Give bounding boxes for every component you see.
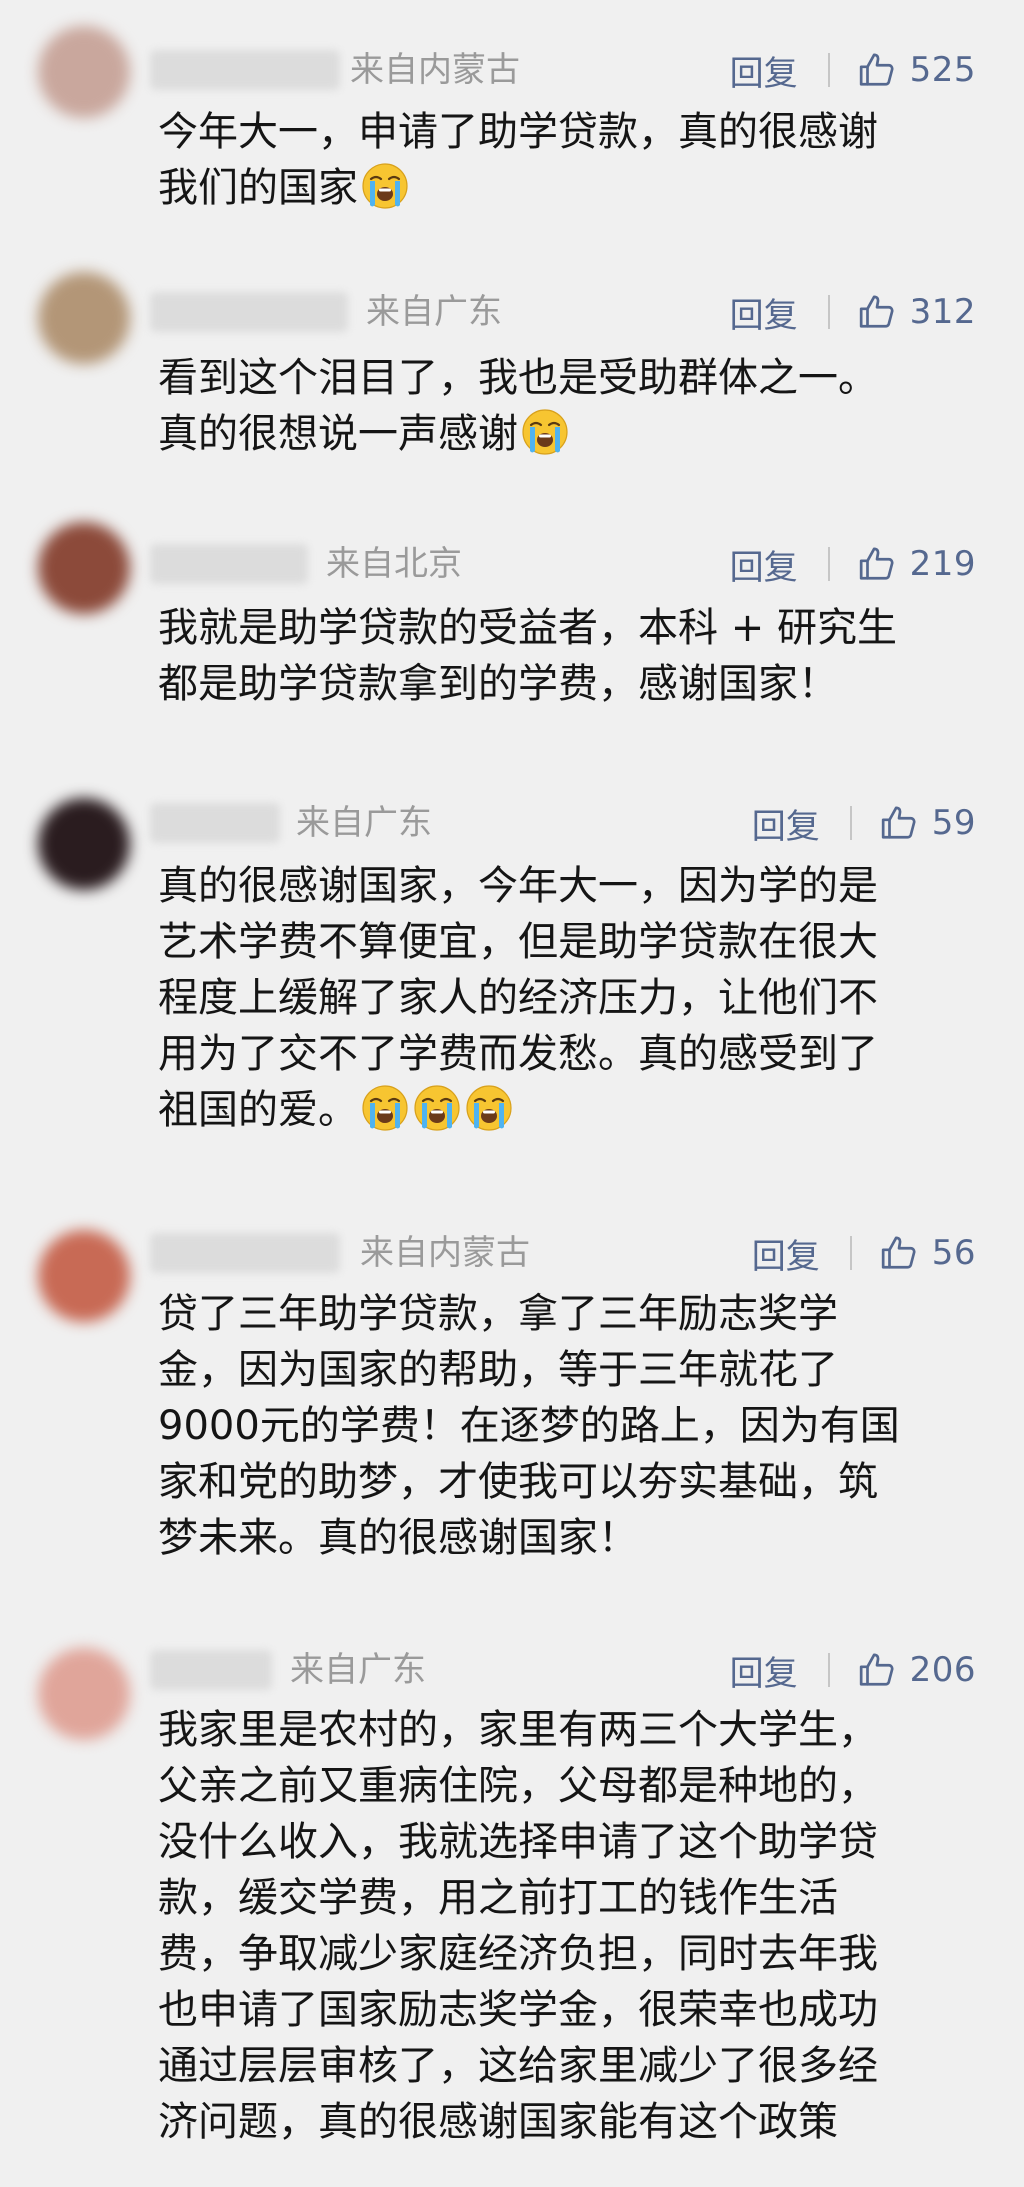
reply-button[interactable]: 回复 [730,1646,798,1695]
comment-line: 没什么收入，我就选择申请了这个助学贷 [158,1819,878,1865]
like-button[interactable]: 312 [858,292,976,332]
comment-line: 家和党的助梦，才使我可以夯实基础，筑 [158,1459,878,1505]
username-blurred[interactable] [150,1650,272,1690]
thumbs-up-icon [859,53,894,86]
like-button[interactable]: 59 [880,803,976,843]
divider [849,1236,852,1270]
comment-text: 我就是助学贷款的受益者，本科 + 研究生 都是助学贷款拿到的学费，感谢国家！ [158,600,988,712]
avatar[interactable] [38,1648,130,1740]
location-label: 来自内蒙古 [360,1233,530,1273]
avatar[interactable] [38,26,130,118]
emoji-group [518,409,570,457]
like-count: 56 [931,1233,976,1273]
like-button[interactable]: 525 [858,50,976,90]
comment-actions: 回复 56 [752,1228,976,1278]
reply-button[interactable]: 回复 [752,799,820,848]
comment-line: 9000元的学费！在逐梦的路上，因为有国 [158,1403,900,1449]
location-label: 来自广东 [296,803,432,843]
comment-line: 父亲之前又重病住院，父母都是种地的， [158,1763,878,1809]
comment-line: 通过层层审核了，这给家里减少了很多经 [158,2043,878,2089]
comment-actions: 回复 59 [752,798,976,848]
comment-line: 费，争取减少家庭经济负担，同时去年我 [158,1931,878,1977]
location-label: 来自广东 [366,292,502,332]
like-count: 206 [909,1650,976,1690]
username-blurred[interactable] [150,803,280,843]
comment-line: 我家里是农村的，家里有两三个大学生， [158,1707,878,1753]
like-count: 59 [931,803,976,843]
comment-actions: 回复 206 [730,1645,976,1695]
like-button[interactable]: 219 [858,544,976,584]
avatar[interactable] [38,272,130,364]
reply-button[interactable]: 回复 [752,1229,820,1278]
thumbs-up-icon [881,1236,916,1269]
thumbs-up-icon [859,295,894,328]
like-count: 219 [909,544,976,584]
avatar[interactable] [38,798,130,890]
comment-line-text: 真的很想说一声感谢 [158,411,518,457]
comment-line: 金，因为国家的帮助，等于三年就花了 [158,1347,838,1393]
avatar[interactable] [38,522,130,614]
comment-text: 真的很感谢国家，今年大一，因为学的是 艺术学费不算便宜，但是助学贷款在很大 程度… [158,858,988,1138]
thumbs-up-icon [881,806,916,839]
comment-actions: 回复 312 [730,287,976,337]
location-label: 来自广东 [290,1650,426,1690]
comment-line: 看到这个泪目了，我也是受助群体之一。 [158,355,878,401]
thumbs-up-icon [859,547,894,580]
comment-text: 今年大一，申请了助学贷款，真的很感谢 我们的国家 [158,104,988,216]
divider [827,53,830,87]
comment-line: 祖国的爱。 [158,1082,988,1138]
comment-line: 艺术学费不算便宜，但是助学贷款在很大 [158,919,878,965]
emoji-group [358,163,410,211]
like-count: 525 [909,50,976,90]
loudly-crying-face-emoji [466,1085,512,1131]
location-label: 来自北京 [326,544,462,584]
reply-button[interactable]: 回复 [730,46,798,95]
reply-button[interactable]: 回复 [730,288,798,337]
username-blurred[interactable] [150,50,340,90]
loudly-crying-face-emoji [362,163,408,209]
comment-line: 我们的国家 [158,160,988,216]
location-label: 来自内蒙古 [350,50,520,90]
username-blurred[interactable] [150,1233,340,1273]
comment-line: 真的很想说一声感谢 [158,406,988,462]
comment-line: 用为了交不了学费而发愁。真的感受到了 [158,1031,878,1077]
comment-line: 真的很感谢国家，今年大一，因为学的是 [158,863,878,909]
comment-line: 济问题，真的很感谢国家能有这个政策 [158,2099,838,2145]
username-blurred[interactable] [150,544,308,584]
loudly-crying-face-emoji [362,1085,408,1131]
comment-text: 看到这个泪目了，我也是受助群体之一。 真的很想说一声感谢 [158,350,988,462]
divider [827,547,830,581]
like-button[interactable]: 206 [858,1650,976,1690]
comment-actions: 回复 219 [730,539,976,589]
comment-line: 梦未来。真的很感谢国家！ [158,1515,638,1561]
loudly-crying-face-emoji [414,1085,460,1131]
comment-text: 我家里是农村的，家里有两三个大学生， 父亲之前又重病住院，父母都是种地的， 没什… [158,1702,988,2150]
thumbs-up-icon [859,1653,894,1686]
comment-text: 贷了三年助学贷款，拿了三年励志奖学 金，因为国家的帮助，等于三年就花了 9000… [158,1286,988,1566]
comment-line: 今年大一，申请了助学贷款，真的很感谢 [158,109,878,155]
comment-line-text: 我们的国家 [158,165,358,211]
comment-line: 贷了三年助学贷款，拿了三年励志奖学 [158,1291,838,1337]
comment-line: 款，缓交学费，用之前打工的钱作生活 [158,1875,838,1921]
loudly-crying-face-emoji [522,409,568,455]
like-count: 312 [909,292,976,332]
divider [827,1653,830,1687]
like-button[interactable]: 56 [880,1233,976,1273]
comment-line: 我就是助学贷款的受益者，本科 + 研究生 [158,605,897,651]
comment-line: 也申请了国家励志奖学金，很荣幸也成功 [158,1987,878,2033]
comment-line-text: 祖国的爱。 [158,1087,358,1133]
comment-line: 程度上缓解了家人的经济压力，让他们不 [158,975,878,1021]
reply-button[interactable]: 回复 [730,540,798,589]
emoji-group [358,1085,514,1133]
comment-actions: 回复 525 [730,45,976,95]
divider [849,806,852,840]
username-blurred[interactable] [150,292,348,332]
divider [827,295,830,329]
avatar[interactable] [38,1230,130,1322]
comment-line: 都是助学贷款拿到的学费，感谢国家！ [158,661,838,707]
